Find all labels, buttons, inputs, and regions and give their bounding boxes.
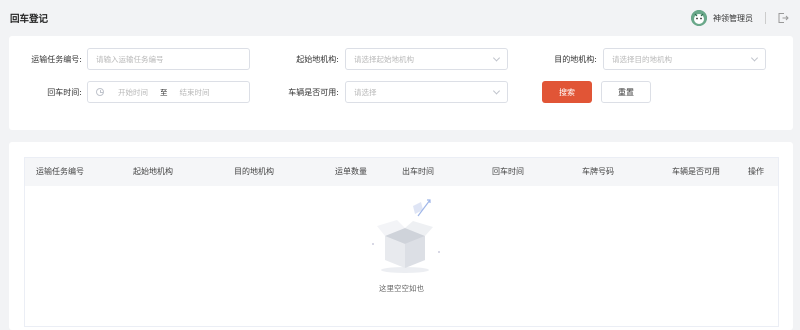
empty-text: 这里空空如也 <box>379 284 424 293</box>
chevron-down-icon <box>492 54 501 62</box>
return-time-range[interactable]: 开始时间 至 结束时间 <box>87 81 250 103</box>
search-button[interactable]: 搜索 <box>542 81 592 103</box>
avatar[interactable] <box>691 10 707 26</box>
available-placeholder: 请选择 <box>354 87 377 97</box>
available-field: 车辆是否可用: 请选择 <box>267 81 508 103</box>
task-no-placeholder: 请输入运输任务编号 <box>96 54 164 64</box>
available-select[interactable]: 请选择 <box>345 81 508 103</box>
dest-org-label: 目的地机构: <box>554 54 597 64</box>
page-title: 回车登记 <box>10 14 49 25</box>
column-header: 车牌号码 <box>582 167 614 176</box>
start-org-field: 起始地机构: 请选择起始地机构 <box>267 48 508 70</box>
dest-org-field: 目的地机构: 请选择目的地机构 <box>525 48 766 70</box>
filter-panel: 运输任务编号: 请输入运输任务编号 起始地机构: 请选择起始地机构 目的地机构:… <box>9 36 793 130</box>
header-divider <box>765 12 766 24</box>
start-org-select[interactable]: 请选择起始地机构 <box>345 48 508 70</box>
table-panel: 运输任务编号 起始地机构 目的地机构 运单数量 出车时间 回车时间 车牌号码 车… <box>9 142 793 330</box>
available-label: 车辆是否可用: <box>288 87 339 97</box>
end-time-placeholder[interactable]: 结束时间 <box>180 87 210 98</box>
start-time-placeholder[interactable]: 开始时间 <box>118 87 148 98</box>
avatar-icon <box>691 10 707 26</box>
column-header: 回车时间 <box>492 167 524 176</box>
column-header: 出车时间 <box>402 167 434 176</box>
chevron-down-icon <box>492 87 501 95</box>
chevron-down-icon <box>750 54 759 62</box>
dest-org-select[interactable]: 请选择目的地机构 <box>603 48 766 70</box>
start-org-placeholder: 请选择起始地机构 <box>354 54 414 64</box>
logout-icon[interactable] <box>776 11 790 25</box>
task-no-input[interactable]: 请输入运输任务编号 <box>87 48 250 70</box>
data-table: 运输任务编号 起始地机构 目的地机构 运单数量 出车时间 回车时间 车牌号码 车… <box>24 157 779 327</box>
top-header: 回车登记 神领管理员 <box>0 0 800 36</box>
column-header: 车辆是否可用 <box>672 167 720 176</box>
column-header: 起始地机构 <box>133 167 173 176</box>
user-area: 神领管理员 <box>691 10 790 26</box>
table-header: 运输任务编号 起始地机构 目的地机构 运单数量 出车时间 回车时间 车牌号码 车… <box>25 158 778 186</box>
return-time-label: 回车时间: <box>47 87 82 97</box>
return-time-field: 回车时间: 开始时间 至 结束时间 <box>9 81 250 103</box>
column-header: 目的地机构 <box>234 167 274 176</box>
empty-box-icon <box>372 199 440 273</box>
start-org-label: 起始地机构: <box>296 54 339 64</box>
range-separator: 至 <box>160 87 168 97</box>
dest-org-placeholder: 请选择目的地机构 <box>612 54 672 64</box>
column-header: 运输任务编号 <box>36 167 84 176</box>
column-header: 操作 <box>748 167 764 176</box>
user-name[interactable]: 神领管理员 <box>713 13 753 24</box>
reset-button[interactable]: 重置 <box>601 81 651 103</box>
task-no-label: 运输任务编号: <box>31 54 82 64</box>
empty-state: 这里空空如也 <box>25 186 778 326</box>
clock-icon <box>96 88 104 96</box>
column-header: 运单数量 <box>335 167 367 176</box>
task-no-field: 运输任务编号: 请输入运输任务编号 <box>9 48 250 70</box>
